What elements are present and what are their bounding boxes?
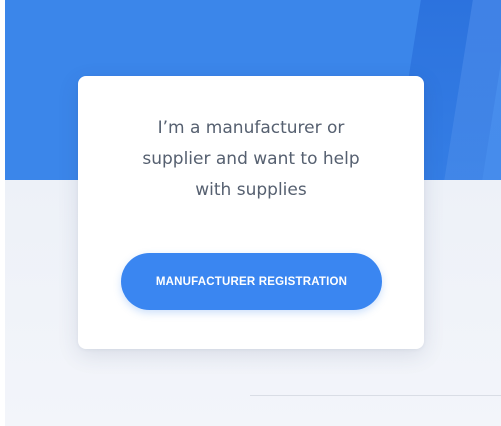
card-description-line: I’m a manufacturer or — [157, 118, 345, 138]
manufacturer-registration-button[interactable]: MANUFACTURER REGISTRATION — [121, 253, 382, 310]
card-description-line: supplier and want to help — [142, 149, 360, 169]
manufacturer-card: I’m a manufacturer or supplier and want … — [78, 76, 424, 349]
page: I’m a manufacturer or supplier and want … — [0, 0, 501, 426]
divider-line — [250, 395, 501, 396]
card-description-line: with supplies — [195, 180, 307, 200]
card-description: I’m a manufacturer or supplier and want … — [118, 113, 384, 206]
